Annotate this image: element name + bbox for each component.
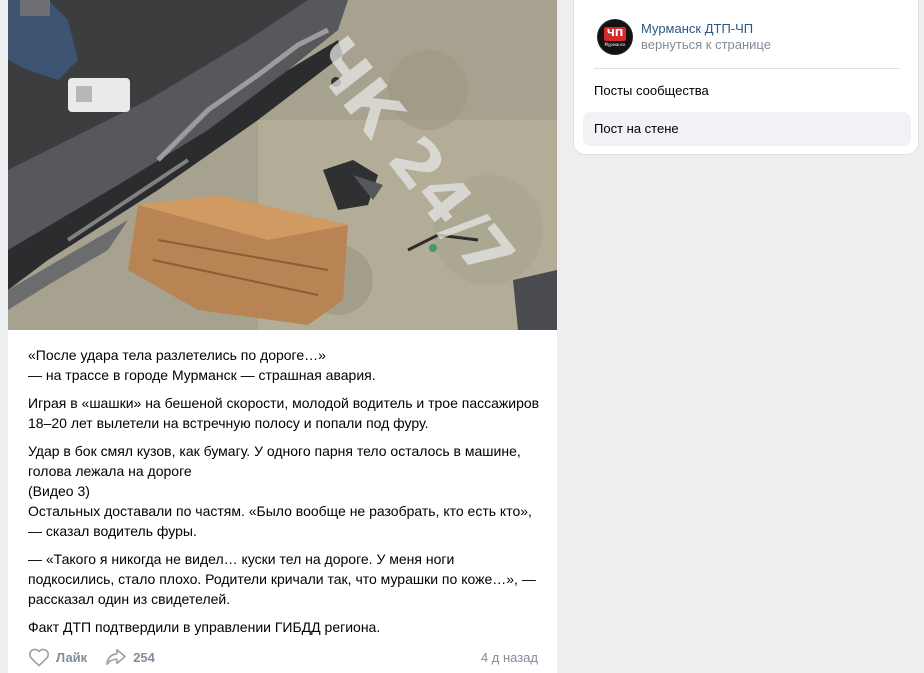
post-photo[interactable]: ЧК 24/7 xyxy=(8,0,557,330)
group-link[interactable]: ЧП Мурманск Мурманск ДТП-ЧП вернуться к … xyxy=(597,19,771,55)
like-label: Лайк xyxy=(56,649,88,665)
group-avatar[interactable]: ЧП Мурманск xyxy=(597,19,633,55)
post-time[interactable]: 4 д назад xyxy=(481,650,538,665)
avatar-subtext: Мурманск xyxy=(604,42,626,47)
back-to-page-link[interactable]: вернуться к странице xyxy=(641,37,771,53)
menu-item-wall-post[interactable]: Пост на стене xyxy=(583,112,911,146)
post-text: «После удара тела разлетелись по дороге…… xyxy=(28,345,540,645)
share-arrow-icon xyxy=(105,647,127,667)
share-button[interactable]: 254 xyxy=(105,647,155,667)
group-name[interactable]: Мурманск ДТП-ЧП xyxy=(641,21,771,37)
post-paragraph: — «Такого я никогда не видел… куски тел … xyxy=(28,551,536,607)
crash-scene-photo: ЧК 24/7 xyxy=(8,0,557,330)
share-count: 254 xyxy=(133,649,155,665)
post-paragraph: (Видео 3) xyxy=(28,483,90,499)
post-paragraph: Удар в бок смял кузов, как бумагу. У одн… xyxy=(28,443,521,479)
post-footer: Лайк 254 4 д назад xyxy=(28,646,538,668)
wall-post: ЧК 24/7 «После удара тела разлетелись по… xyxy=(8,0,557,673)
menu-item-community-posts[interactable]: Посты сообщества xyxy=(583,74,911,108)
post-paragraph: Играя в «шашки» на бешеной скорости, мол… xyxy=(28,395,540,431)
sidebar-card: ЧП Мурманск Мурманск ДТП-ЧП вернуться к … xyxy=(573,0,919,155)
post-paragraph: Факт ДТП подтвердили в управлении ГИБДД … xyxy=(28,619,381,635)
heart-icon xyxy=(28,647,50,667)
avatar-badge: ЧП xyxy=(604,27,626,41)
post-paragraph: «После удара тела разлетелись по дороге…… xyxy=(28,347,326,363)
like-button[interactable]: Лайк xyxy=(28,647,87,667)
group-meta: Мурманск ДТП-ЧП вернуться к странице xyxy=(641,21,771,53)
post-paragraph: — на трассе в городе Мурманск — страшная… xyxy=(28,367,376,383)
post-paragraph: Остальных доставали по частям. «Было воо… xyxy=(28,503,532,539)
divider xyxy=(594,68,900,69)
